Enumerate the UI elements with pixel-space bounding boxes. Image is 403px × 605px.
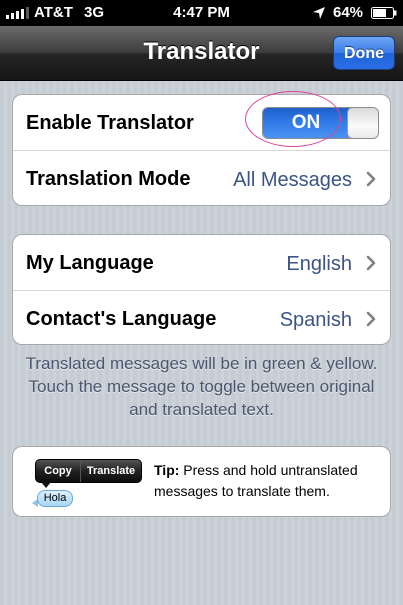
battery-percent: 64% (333, 4, 364, 21)
popup-copy-label: Copy (36, 460, 81, 482)
translation-info-note: Translated messages will be in green & y… (25, 354, 378, 419)
translation-mode-row[interactable]: Translation Mode All Messages (13, 151, 390, 205)
enable-translator-row: Enable Translator ON (13, 95, 390, 151)
my-language-label: My Language (26, 252, 154, 274)
translation-mode-label: Translation Mode (26, 168, 191, 190)
my-language-value: English (286, 253, 352, 275)
enable-translator-toggle[interactable]: ON (262, 107, 379, 139)
location-arrow-icon (313, 7, 325, 19)
chevron-right-icon (366, 171, 376, 187)
toggle-knob[interactable] (347, 108, 378, 138)
status-bar: AT&T 3G 4:47 PM 64% (0, 0, 403, 26)
contacts-language-value: Spanish (279, 309, 352, 331)
popup-arrow-icon (41, 482, 51, 488)
enable-translator-label: Enable Translator (26, 112, 194, 134)
contacts-language-label: Contact's Language (26, 308, 217, 330)
popup-menu-illustration: Copy Translate (35, 459, 142, 483)
toggle-on-label: ON (263, 108, 349, 138)
contacts-language-row[interactable]: Contact's Language Spanish (13, 291, 390, 344)
tip-card: Copy Translate Hola Tip: Press and hold … (12, 446, 391, 517)
navigation-bar: Translator Done (0, 26, 403, 81)
tip-body: Press and hold untranslated messages to … (154, 462, 358, 499)
chevron-right-icon (366, 255, 376, 271)
done-button[interactable]: Done (333, 36, 395, 70)
translation-mode-value: All Messages (233, 169, 352, 191)
battery-icon (371, 7, 397, 19)
message-bubble-illustration: Hola (37, 490, 73, 507)
popup-translate-label: Translate (86, 465, 136, 477)
translator-settings-group: Enable Translator ON Translation Mode Al… (12, 94, 391, 206)
chevron-right-icon (366, 311, 376, 327)
tip-label: Tip: (154, 462, 180, 478)
language-settings-group: My Language English Contact's Language S… (12, 234, 391, 345)
tip-text: Tip: Press and hold untranslated message… (154, 460, 384, 502)
my-language-row[interactable]: My Language English (13, 235, 390, 291)
